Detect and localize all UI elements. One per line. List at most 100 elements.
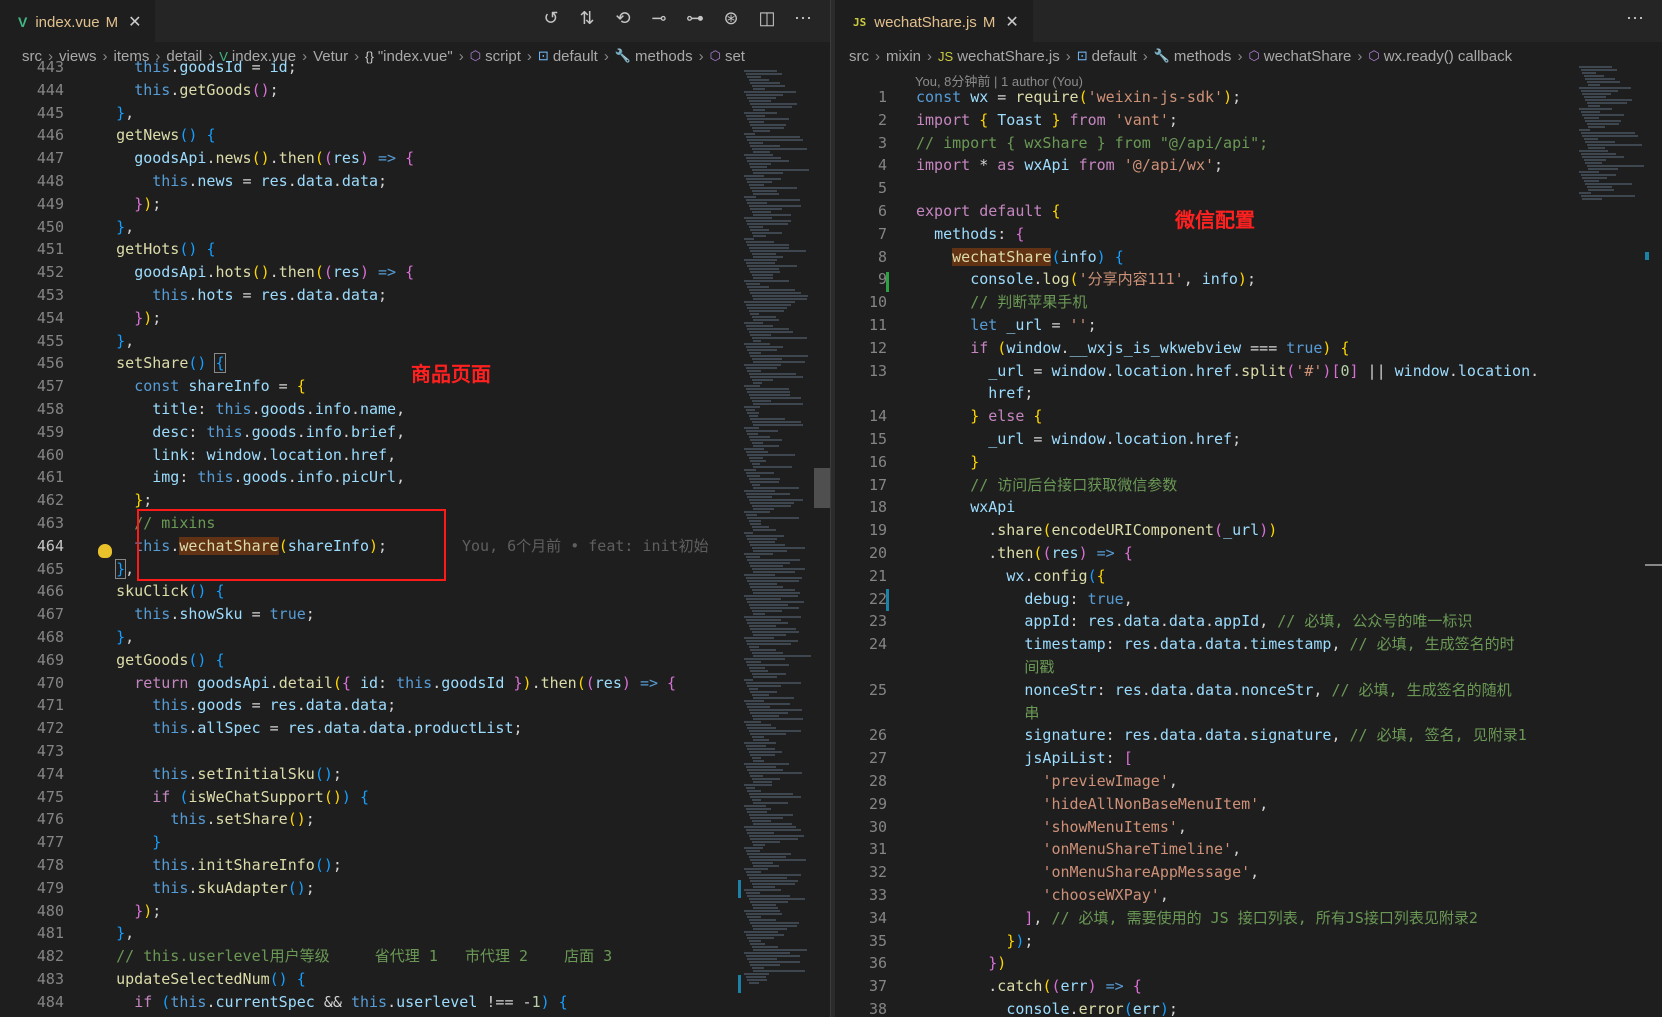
line-number[interactable]: 449 bbox=[0, 193, 64, 216]
line-number[interactable]: 471 bbox=[0, 694, 64, 717]
line-number[interactable]: 447 bbox=[0, 147, 64, 170]
line-number[interactable]: 467 bbox=[0, 603, 64, 626]
line-number[interactable]: 34 bbox=[835, 907, 887, 930]
line-number[interactable]: 463 bbox=[0, 512, 64, 535]
split-editor-icon[interactable]: ◫ bbox=[756, 8, 778, 29]
line-number[interactable]: 5 bbox=[835, 177, 887, 200]
line-number[interactable]: 470 bbox=[0, 672, 64, 695]
breadcrumb-item[interactable]: methods bbox=[1174, 48, 1232, 65]
line-number[interactable]: 456 bbox=[0, 352, 64, 375]
line-number[interactable]: 24 bbox=[835, 633, 887, 656]
compare-changes-icon[interactable]: ⇅ bbox=[576, 8, 598, 29]
vertical-scrollbar[interactable] bbox=[814, 468, 830, 508]
line-number[interactable]: 451 bbox=[0, 238, 64, 261]
line-number[interactable]: 453 bbox=[0, 284, 64, 307]
line-number[interactable]: 444 bbox=[0, 79, 64, 102]
line-number[interactable]: 482 bbox=[0, 945, 64, 968]
line-number[interactable]: 458 bbox=[0, 398, 64, 421]
previous-change-icon[interactable]: ⊸ bbox=[648, 8, 670, 29]
line-number[interactable]: 33 bbox=[835, 884, 887, 907]
line-number[interactable]: 15 bbox=[835, 428, 887, 451]
line-number[interactable]: 480 bbox=[0, 900, 64, 923]
line-number[interactable]: 9 bbox=[835, 268, 887, 291]
line-number[interactable]: 466 bbox=[0, 580, 64, 603]
line-number[interactable]: 26 bbox=[835, 724, 887, 747]
tab-wechatshare-js[interactable]: JS wechatShare.js M ✕ bbox=[835, 0, 1033, 43]
minimap[interactable] bbox=[1575, 66, 1644, 1017]
breadcrumb-item[interactable]: wechatShare bbox=[1264, 48, 1352, 65]
line-number[interactable]: 35 bbox=[835, 930, 887, 953]
line-number[interactable]: 484 bbox=[0, 991, 64, 1014]
line-number[interactable]: 12 bbox=[835, 337, 887, 360]
line-number[interactable]: 11 bbox=[835, 314, 887, 337]
more-actions-icon[interactable]: ⋯ bbox=[1624, 8, 1646, 29]
close-icon[interactable]: ✕ bbox=[1005, 12, 1018, 32]
line-number[interactable]: 472 bbox=[0, 717, 64, 740]
line-number[interactable]: 477 bbox=[0, 831, 64, 854]
line-number[interactable]: 25 bbox=[835, 679, 887, 702]
line-number[interactable]: 2 bbox=[835, 109, 887, 132]
line-number[interactable]: 462 bbox=[0, 489, 64, 512]
line-number[interactable]: 29 bbox=[835, 793, 887, 816]
line-number[interactable]: 14 bbox=[835, 405, 887, 428]
line-number[interactable]: 481 bbox=[0, 922, 64, 945]
line-number[interactable]: 10 bbox=[835, 291, 887, 314]
close-icon[interactable]: ✕ bbox=[128, 12, 141, 32]
line-number[interactable]: 8 bbox=[835, 246, 887, 269]
breadcrumb-item[interactable]: wx.ready() callback bbox=[1384, 48, 1512, 65]
line-number[interactable]: 4 bbox=[835, 154, 887, 177]
line-number[interactable]: 468 bbox=[0, 626, 64, 649]
line-number[interactable]: 465 bbox=[0, 558, 64, 581]
breadcrumb-item[interactable]: wechatShare.js bbox=[957, 48, 1060, 65]
line-number[interactable]: 454 bbox=[0, 307, 64, 330]
git-lens-icon[interactable]: ⊛ bbox=[720, 8, 742, 29]
breadcrumb-item[interactable]: src bbox=[849, 48, 869, 65]
line-number[interactable]: 474 bbox=[0, 763, 64, 786]
line-number[interactable]: 31 bbox=[835, 838, 887, 861]
next-change-icon[interactable]: ⊶ bbox=[684, 8, 706, 29]
line-number[interactable]: 36 bbox=[835, 952, 887, 975]
line-number[interactable]: 22 bbox=[835, 588, 887, 611]
line-number[interactable]: 455 bbox=[0, 330, 64, 353]
history-icon[interactable]: ↺ bbox=[540, 8, 562, 29]
line-number[interactable]: 473 bbox=[0, 740, 64, 763]
line-number[interactable]: 23 bbox=[835, 610, 887, 633]
line-number[interactable]: 19 bbox=[835, 519, 887, 542]
line-number[interactable]: 483 bbox=[0, 968, 64, 991]
line-number[interactable]: 461 bbox=[0, 466, 64, 489]
more-actions-icon[interactable]: ⋯ bbox=[792, 8, 814, 29]
breadcrumb-item[interactable]: default bbox=[1092, 48, 1137, 65]
minimap[interactable] bbox=[740, 70, 811, 1017]
lightbulb-icon[interactable] bbox=[98, 544, 112, 558]
line-number[interactable]: 27 bbox=[835, 747, 887, 770]
open-changes-icon[interactable]: ⟲ bbox=[612, 8, 634, 29]
line-number[interactable]: 443 bbox=[0, 56, 64, 79]
line-number[interactable]: 28 bbox=[835, 770, 887, 793]
line-number[interactable]: 445 bbox=[0, 102, 64, 125]
line-number[interactable]: 469 bbox=[0, 649, 64, 672]
line-number[interactable]: 16 bbox=[835, 451, 887, 474]
line-number[interactable]: 18 bbox=[835, 496, 887, 519]
line-number[interactable]: 7 bbox=[835, 223, 887, 246]
line-number[interactable]: 450 bbox=[0, 216, 64, 239]
line-number[interactable]: 448 bbox=[0, 170, 64, 193]
tab-index-vue[interactable]: V index.vue M ✕ bbox=[0, 0, 156, 43]
line-number[interactable]: 475 bbox=[0, 786, 64, 809]
line-number[interactable]: 17 bbox=[835, 474, 887, 497]
line-number[interactable]: 478 bbox=[0, 854, 64, 877]
breadcrumb-item[interactable]: mixin bbox=[886, 48, 921, 65]
line-number[interactable]: 30 bbox=[835, 816, 887, 839]
line-number[interactable]: 452 bbox=[0, 261, 64, 284]
line-number[interactable]: 479 bbox=[0, 877, 64, 900]
line-number[interactable]: 460 bbox=[0, 444, 64, 467]
line-number[interactable]: 13 bbox=[835, 360, 887, 383]
line-number[interactable]: 1 bbox=[835, 86, 887, 109]
line-number[interactable]: 3 bbox=[835, 132, 887, 155]
line-number[interactable]: 476 bbox=[0, 808, 64, 831]
line-number[interactable]: 459 bbox=[0, 421, 64, 444]
line-number[interactable]: 38 bbox=[835, 998, 887, 1017]
breadcrumb-item[interactable]: set bbox=[725, 48, 745, 65]
line-number[interactable]: 37 bbox=[835, 975, 887, 998]
line-number[interactable]: 20 bbox=[835, 542, 887, 565]
line-number[interactable]: 6 bbox=[835, 200, 887, 223]
